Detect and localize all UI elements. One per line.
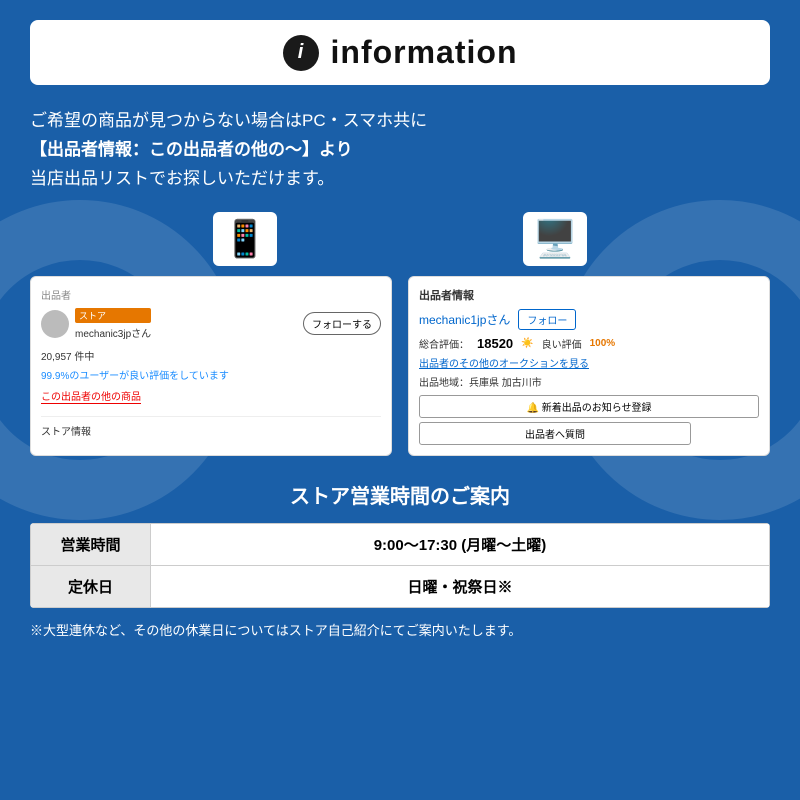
hours-label-1: 定休日 [31,565,151,607]
rating-row: 総合評価： 18520 ☀️ 良い評価 100% [419,336,759,351]
good-pct: 100% [590,338,616,349]
mobile-good-rate: 99.9%のユーザーが良い評価をしています [41,367,381,382]
mobile-other-items-link[interactable]: この出品者の他の商品 [41,388,141,404]
mobile-stats: 20,957 件中 [41,348,381,363]
store-badge: ストア [75,308,151,323]
good-label: 良い評価 [542,336,582,351]
rating-label: 総合評価： [419,336,469,351]
auction-link[interactable]: 出品者のその他のオークションを見る [419,355,759,370]
store-hours-title: ストア営業時間のご案内 [30,480,770,509]
header-title: information [331,34,518,71]
mobile-screenshot: 出品者 ストア mechanic3jpさん フォローする 20,957 件中 9… [30,276,392,456]
mobile-seller-name: mechanic3jpさん [75,329,151,340]
hours-label-0: 営業時間 [31,523,151,565]
desc-line1: ご希望の商品が見つからない場合はPC・スマホ共に [30,107,770,136]
mobile-seller-info: ストア mechanic3jpさん [75,308,151,340]
desc-line3: 当店出品リストでお探しいただけます。 [30,165,770,194]
location-text: 出品地域：兵庫県 加古川市 [419,374,759,389]
icons-row: 📱 🖥️ [30,212,770,266]
hours-row-1: 定休日 日曜・祝祭日※ [31,565,770,607]
desktop-follow-button[interactable]: フォロー [518,309,576,330]
desktop-screenshot: 出品者情報 mechanic1jpさん フォロー 総合評価： 18520 ☀️ … [408,276,770,456]
info-icon: i [283,35,319,71]
sun-icon: ☀️ [521,338,533,349]
desktop-section-label: 出品者情報 [419,287,759,303]
rating-num: 18520 [477,336,513,351]
smartphone-icon: 📱 [213,212,278,266]
desktop-seller-row: mechanic1jpさん フォロー [419,309,759,330]
hours-value-1: 日曜・祝祭日※ [151,565,770,607]
hours-row-0: 営業時間 9:00〜17:30 (月曜〜土曜) [31,523,770,565]
notify-button[interactable]: 🔔 新着出品のお知らせ登録 [419,395,759,418]
header-box: i information [30,20,770,85]
footnote: ※大型連休など、その他の休業日についてはストア自己紹介にてご案内いたします。 [30,620,770,639]
mobile-seller-row: ストア mechanic3jpさん フォローする [41,308,381,340]
desktop-icon: 🖥️ [523,212,588,266]
desktop-seller-name: mechanic1jpさん [419,311,510,328]
mobile-store-info: ストア情報 [41,423,381,438]
mobile-avatar [41,310,69,338]
mobile-seller-left: ストア mechanic3jpさん [41,308,151,340]
description: ご希望の商品が見つからない場合はPC・スマホ共に 【出品者情報：この出品者の他の… [30,107,770,194]
desc-line2: 【出品者情報：この出品者の他の〜】より [30,136,770,165]
screenshots-row: 出品者 ストア mechanic3jpさん フォローする 20,957 件中 9… [30,276,770,456]
store-hours-section: ストア営業時間のご案内 営業時間 9:00〜17:30 (月曜〜土曜) 定休日 … [30,480,770,639]
mobile-section-label: 出品者 [41,287,381,302]
mobile-follow-button[interactable]: フォローする [303,312,381,335]
question-button[interactable]: 出品者へ質問 [419,422,691,445]
hours-value-0: 9:00〜17:30 (月曜〜土曜) [151,523,770,565]
hours-table: 営業時間 9:00〜17:30 (月曜〜土曜) 定休日 日曜・祝祭日※ [30,523,770,608]
